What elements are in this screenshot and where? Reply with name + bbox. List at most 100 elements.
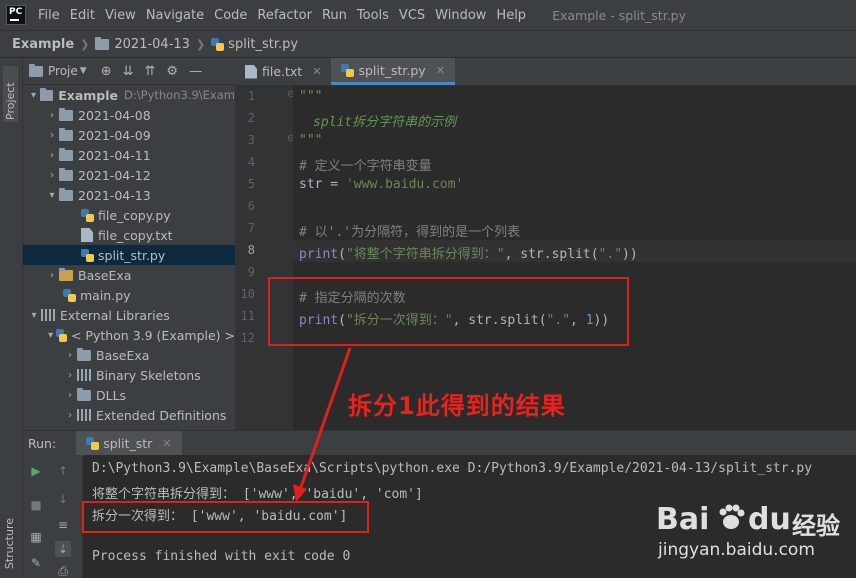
tree-item-path: D:\Python3.9\Exam	[124, 88, 235, 102]
tree-item-folder[interactable]: › BaseExa	[23, 345, 235, 365]
tree-item-folder[interactable]: › 2021-04-12	[23, 165, 235, 185]
chevron-right-icon[interactable]: ›	[45, 170, 59, 181]
close-icon[interactable]: ✕	[162, 437, 171, 450]
restore-layout-icon[interactable]: ▦	[28, 529, 44, 545]
chevron-right-icon[interactable]: ›	[45, 150, 59, 161]
project-icon	[29, 63, 43, 77]
chevron-down-icon[interactable]: ▾	[45, 190, 59, 201]
print-icon[interactable]: ⎙	[55, 563, 71, 578]
chevron-right-icon[interactable]: ›	[45, 130, 59, 141]
menu-edit[interactable]: Edit	[70, 8, 95, 23]
tree-item-folder[interactable]: › 2021-04-11	[23, 145, 235, 165]
line-number: 12	[240, 331, 255, 345]
tree-item-folder[interactable]: › 2021-04-09	[23, 125, 235, 145]
tool-tab-structure[interactable]: Structure	[3, 518, 16, 569]
chevron-right-icon[interactable]: ›	[45, 270, 59, 281]
run-panel-header: Run: split_str ✕	[23, 430, 856, 456]
hide-icon[interactable]: —	[189, 64, 202, 79]
code-token: ))	[622, 247, 638, 262]
tree-item-file[interactable]: main.py	[23, 285, 235, 305]
tree-item-file[interactable]: file_copy.py	[23, 205, 235, 225]
python-file-icon	[63, 288, 76, 302]
paw-icon	[716, 502, 746, 532]
tree-item-library[interactable]: › Binary Skeletons	[23, 365, 235, 385]
project-panel: Proje ▼ ⊕ ⇊ ⇈ ⚙ — ▾ Example D:\Python3.9…	[23, 58, 235, 430]
tree-item-library[interactable]: › Extended Definitions	[23, 405, 235, 425]
project-view-selector[interactable]: Proje	[48, 64, 78, 78]
tool-tab-project[interactable]: Project	[3, 66, 18, 122]
code-token: (	[338, 247, 346, 262]
text-file-icon	[81, 228, 93, 242]
arrow-down-icon[interactable]: ↓	[55, 491, 71, 507]
code-token: , str.split(	[504, 247, 599, 262]
tree-item-label: 2021-04-12	[78, 167, 151, 183]
code-line-5: str = 'www.baidu.com'	[299, 177, 463, 192]
tree-item-folder[interactable]: › 2021-04-08	[23, 105, 235, 125]
rerun-icon[interactable]: ▶	[28, 463, 44, 479]
menu-refactor[interactable]: Refactor	[257, 8, 312, 23]
locate-icon[interactable]: ⊕	[101, 64, 112, 79]
tree-item-folder[interactable]: › DLLs	[23, 385, 235, 405]
chevron-right-icon[interactable]: ›	[63, 390, 77, 401]
close-icon[interactable]: ✕	[312, 65, 321, 78]
breadcrumb-folder[interactable]: 2021-04-13	[114, 37, 190, 52]
tree-item-label: Extended Definitions	[96, 407, 227, 423]
tree-item-example[interactable]: ▾ Example D:\Python3.9\Exam	[23, 85, 235, 105]
code-token: str =	[299, 177, 346, 192]
expand-all-icon[interactable]: ⇊	[123, 64, 134, 79]
chevron-right-icon[interactable]: ›	[63, 370, 77, 381]
chevron-right-icon[interactable]: ›	[63, 410, 77, 421]
tree-item-folder[interactable]: › BaseExa	[23, 265, 235, 285]
chevron-right-icon[interactable]: ›	[45, 110, 59, 121]
close-icon[interactable]: ✕	[436, 64, 445, 77]
arrow-up-icon[interactable]: ↑	[55, 463, 71, 479]
menu-view[interactable]: View	[105, 8, 136, 23]
tree-item-label: 2021-04-09	[78, 127, 151, 143]
menu-help[interactable]: Help	[496, 8, 526, 23]
run-tab-split-str[interactable]: split_str ✕	[76, 430, 182, 456]
line-number: 10	[240, 287, 255, 301]
menu-vcs[interactable]: VCS	[399, 8, 425, 23]
pycharm-logo-icon[interactable]: PC	[6, 5, 26, 25]
python-file-icon	[81, 248, 94, 262]
gear-icon[interactable]: ⚙	[166, 64, 178, 79]
breadcrumb-file[interactable]: split_str.py	[228, 37, 298, 52]
tree-item-label: BaseExa	[96, 347, 150, 363]
menu-file[interactable]: File	[38, 8, 60, 23]
tab-file-txt[interactable]: file.txt ✕	[235, 58, 331, 85]
editor-gutter: 1 2 3 4 5 6 7 8 9 10 11 12 ⊖ ⊖	[235, 86, 295, 430]
menu-window[interactable]: Window	[435, 8, 486, 23]
scroll-to-end-icon[interactable]: ⇣	[55, 541, 71, 557]
folder-icon	[59, 167, 73, 181]
tree-item-folder[interactable]: ▾ 2021-04-13	[23, 185, 235, 205]
stop-icon[interactable]: ■	[28, 497, 44, 513]
code-editor[interactable]: """ split拆分字符串的示例 """ # 定义一个字符串变量 str = …	[293, 86, 856, 430]
chevron-down-icon[interactable]: ▾	[27, 90, 40, 101]
watermark-url: jingyan.baidu.com	[658, 540, 815, 560]
menu-run[interactable]: Run	[322, 8, 347, 23]
left-tool-strip: Project Structure	[0, 58, 23, 578]
annotation-label: 拆分1此得到的结果	[348, 392, 566, 420]
folder-icon	[59, 107, 73, 121]
tree-item-file-selected[interactable]: split_str.py	[23, 245, 235, 265]
menu-code[interactable]: Code	[214, 8, 247, 23]
menu-tools[interactable]: Tools	[357, 8, 389, 23]
watermark-brand-suffix: du	[748, 502, 791, 537]
chevron-down-icon[interactable]: ▾	[45, 330, 56, 341]
chevron-down-icon[interactable]: ▼	[80, 66, 87, 76]
chevron-right-icon[interactable]: ›	[63, 350, 77, 361]
soft-wrap-icon[interactable]: ≡	[55, 517, 71, 533]
line-number: 9	[247, 265, 255, 279]
breadcrumb-project[interactable]: Example	[12, 37, 74, 52]
chevron-down-icon[interactable]: ▾	[27, 310, 41, 321]
console-line: D:\Python3.9\Example\BaseExa\Scripts\pyt…	[92, 461, 813, 476]
tree-item-libraries[interactable]: ▾ External Libraries	[23, 305, 235, 325]
tree-item-file[interactable]: file_copy.txt	[23, 225, 235, 245]
tab-split-str[interactable]: split_str.py ✕	[331, 58, 455, 85]
collapse-all-icon[interactable]: ⇈	[145, 64, 156, 79]
line-number: 4	[247, 155, 255, 169]
pin-icon[interactable]: ✎	[28, 555, 44, 571]
menu-navigate[interactable]: Navigate	[146, 8, 204, 23]
tree-item-python-sdk[interactable]: ▾ < Python 3.9 (Example) >	[23, 325, 235, 345]
tab-label: split_str.py	[358, 62, 426, 78]
